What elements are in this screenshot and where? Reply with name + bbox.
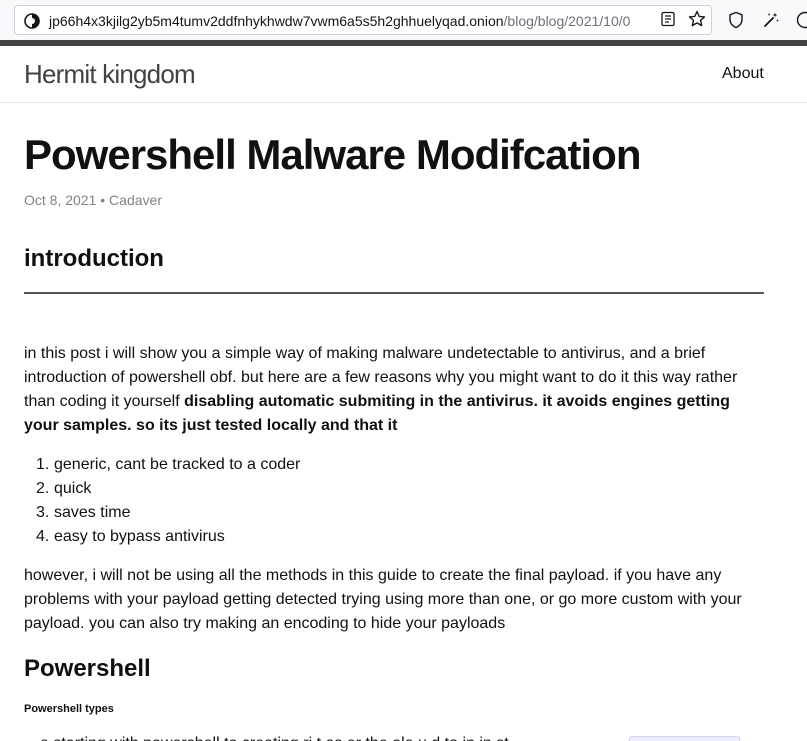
- url-path: /blog/blog/2021/10/0: [503, 13, 631, 29]
- account-icon[interactable]: [796, 11, 807, 29]
- url-domain: jp66h4x3kjilg2yb5m4tumv2ddfnhykhwdw7vwm6…: [49, 13, 504, 29]
- list-number: 3.: [36, 504, 50, 521]
- list-item-text: generic, cant be tracked to a coder: [54, 456, 301, 473]
- shield-icon[interactable]: [727, 11, 745, 29]
- reader-view-icon[interactable]: [660, 11, 676, 27]
- list-item-text: saves time: [54, 504, 131, 521]
- site-header: Hermit kingdom About: [0, 46, 807, 103]
- bookmark-star-icon[interactable]: [688, 10, 706, 28]
- post-title: Powershell Malware Modifcation: [24, 131, 641, 178]
- wand-sparkle-icon[interactable]: [762, 11, 780, 29]
- list-item-text: easy to bypass antivirus: [54, 528, 225, 545]
- method-paragraph: however, i will not be using all the met…: [24, 567, 742, 632]
- address-bar[interactable]: jp66h4x3kjilg2yb5m4tumv2ddfnhykhwdw7vwm6…: [14, 5, 712, 35]
- list-number: 1.: [36, 456, 50, 473]
- browser-toolbar: jp66h4x3kjilg2yb5m4tumv2ddfnhykhwdw7vwm6…: [0, 0, 807, 40]
- post-meta: Oct 8, 2021 • Cadaver: [24, 192, 162, 208]
- onion-site-icon: [24, 13, 40, 29]
- list-item: 1. generic, cant be tracked to a coder: [24, 453, 764, 477]
- nav-about-link[interactable]: About: [722, 64, 764, 84]
- cut-off-paragraph: …e starting with powershell to creating …: [24, 733, 509, 741]
- subsection-heading-powershell-types: Powershell types: [24, 703, 114, 715]
- inline-code: [629, 736, 740, 741]
- reasons-list: 1. generic, cant be tracked to a coder 2.…: [24, 453, 764, 549]
- list-item: 3. saves time: [24, 501, 764, 525]
- section-heading-introduction: introduction: [24, 245, 164, 272]
- url-text: jp66h4x3kjilg2yb5m4tumv2ddfnhykhwdw7vwm6…: [49, 12, 630, 30]
- list-number: 4.: [36, 528, 50, 545]
- section-heading-powershell: Powershell: [24, 655, 151, 682]
- site-title-link[interactable]: Hermit kingdom: [24, 59, 196, 89]
- url-fade: [629, 7, 651, 33]
- section-divider: [24, 292, 764, 294]
- list-number: 2.: [36, 480, 50, 497]
- list-item: 4. easy to bypass antivirus: [24, 525, 764, 549]
- list-item-text: quick: [54, 480, 92, 497]
- intro-paragraph: in this post i will show you a simple wa…: [24, 342, 769, 438]
- list-item: 2. quick: [24, 477, 764, 501]
